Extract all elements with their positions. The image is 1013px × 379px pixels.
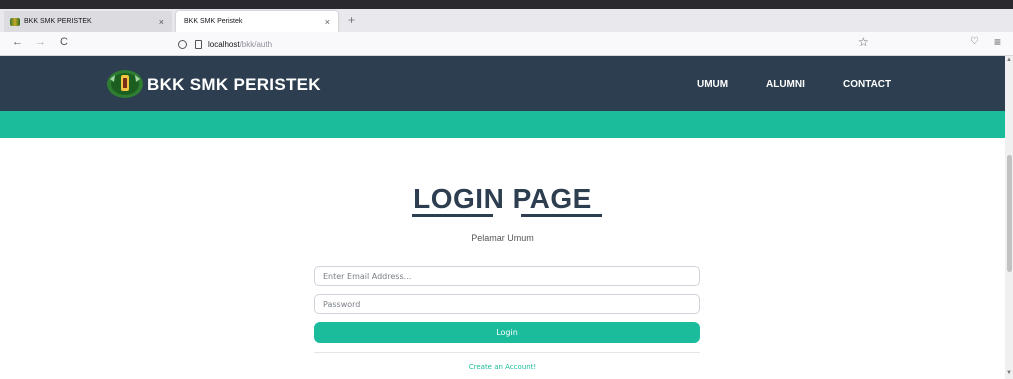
create-account-link[interactable]: Create an Account! bbox=[0, 363, 1005, 371]
close-tab-icon[interactable]: × bbox=[159, 17, 164, 27]
browser-toolbar: ← → C localhost /bkk/auth ☆ ♡ ≡ bbox=[0, 32, 1013, 56]
scroll-up-arrow-icon[interactable]: ▲ bbox=[1006, 57, 1012, 63]
email-field[interactable] bbox=[314, 266, 700, 286]
page-title: LOGIN PAGE bbox=[413, 183, 592, 214]
url-path: /bkk/auth bbox=[239, 39, 273, 49]
scrollbar-thumb[interactable] bbox=[1007, 155, 1012, 272]
browser-tab-1[interactable]: BKK SMK PERISTEK × bbox=[4, 11, 172, 32]
scroll-down-arrow-icon[interactable]: ▼ bbox=[1006, 370, 1012, 376]
brand-name[interactable]: BKK SMK PERISTEK bbox=[147, 75, 321, 95]
site-favicon-icon bbox=[10, 17, 20, 26]
form-divider bbox=[314, 352, 700, 353]
close-tab-icon[interactable]: × bbox=[325, 17, 330, 27]
pocket-icon[interactable]: ♡ bbox=[970, 36, 979, 47]
browser-tab-bar: BKK SMK PERISTEK × BKK SMK Peristek × + bbox=[0, 0, 1013, 32]
nav-item-umum[interactable]: UMUM bbox=[697, 79, 728, 90]
nav-item-contact[interactable]: CONTACT bbox=[843, 79, 891, 90]
title-divider-right bbox=[521, 214, 602, 217]
back-arrow-icon[interactable]: ← bbox=[12, 36, 23, 48]
tab-title: BKK SMK PERISTEK bbox=[24, 18, 92, 25]
school-logo-icon[interactable] bbox=[106, 69, 144, 99]
bookmark-star-icon[interactable]: ☆ bbox=[858, 35, 869, 49]
tab-title: BKK SMK Peristek bbox=[184, 18, 243, 25]
header-accent-bar bbox=[0, 111, 1005, 138]
site-navbar: BKK SMK PERISTEK UMUM ALUMNI CONTACT bbox=[0, 56, 1005, 111]
page-info-icon[interactable] bbox=[195, 39, 202, 49]
nav-item-alumni[interactable]: ALUMNI bbox=[766, 79, 805, 90]
hamburger-menu-icon[interactable]: ≡ bbox=[994, 35, 1001, 49]
reload-icon[interactable]: C bbox=[60, 36, 68, 48]
new-tab-icon[interactable]: + bbox=[348, 13, 355, 27]
tracking-shield-icon[interactable] bbox=[178, 39, 187, 49]
password-field[interactable] bbox=[314, 294, 700, 314]
title-divider-left bbox=[412, 214, 493, 217]
login-button[interactable]: Login bbox=[314, 322, 700, 343]
browser-tab-2[interactable]: BKK SMK Peristek × bbox=[176, 11, 338, 32]
forward-arrow-icon[interactable]: → bbox=[35, 36, 46, 48]
page-subtitle: Pelamar Umum bbox=[471, 233, 534, 243]
address-bar[interactable]: localhost /bkk/auth bbox=[172, 35, 888, 53]
url-host: localhost bbox=[208, 39, 240, 49]
